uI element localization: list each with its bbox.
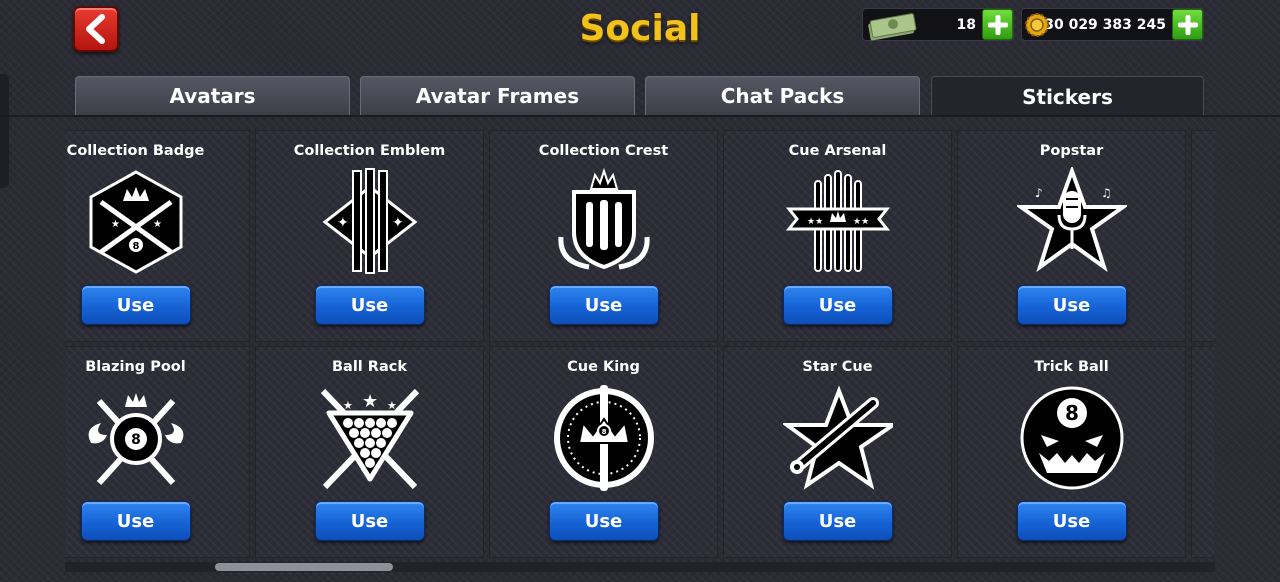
sticker-card: Cue King 8 Use: [489, 346, 718, 558]
svg-text:★: ★: [111, 219, 120, 230]
sticker-card: Collection Emblem ✦ ✦ Use: [255, 130, 484, 342]
coin-balance: 30 029 383 245: [1021, 8, 1204, 41]
page-title: Social: [579, 8, 701, 49]
svg-text:★★: ★★: [807, 217, 823, 227]
sticker-name: Ball Rack: [331, 359, 407, 375]
scrollbar-thumb[interactable]: [215, 563, 393, 571]
popstar-icon: ♪ ♫: [1016, 167, 1127, 273]
add-cash-button[interactable]: [982, 9, 1013, 40]
sticker-name: Collection Crest: [538, 143, 669, 159]
sticker-grid: Collection Badge 8 ★ ★ Use Collection Em…: [65, 130, 1215, 560]
svg-text:★: ★: [343, 399, 353, 412]
svg-text:★: ★: [387, 399, 397, 412]
use-button[interactable]: Use: [548, 501, 659, 541]
sticker-name: Blazing Pool: [85, 359, 186, 375]
collection-crest-icon: [557, 167, 650, 270]
sticker-name: Collection Badge: [66, 143, 205, 159]
tab-bar: Avatars Avatar Frames Chat Packs Sticker…: [75, 76, 1205, 117]
use-button[interactable]: Use: [782, 285, 893, 325]
sticker-card: Trick Ball 8 Use: [957, 346, 1186, 558]
chevron-left-icon: [86, 14, 105, 44]
add-coins-button[interactable]: [1172, 9, 1203, 40]
sticker-card-partial: [1191, 346, 1215, 558]
svg-text:♫: ♫: [1101, 186, 1112, 200]
sticker-card: Popstar ♪ ♫ Use: [957, 130, 1186, 342]
sticker-name: Popstar: [1039, 143, 1104, 159]
cue-arsenal-icon: ★★ ★★: [785, 170, 890, 272]
tab-divider: [0, 115, 1280, 117]
sticker-card: Ball Rack ★ ★ ★ Use: [255, 346, 484, 558]
side-panel-edge: [0, 74, 9, 188]
svg-text:♪: ♪: [1035, 186, 1043, 200]
sticker-card-partial: [1191, 130, 1215, 342]
tab-chat-packs[interactable]: Chat Packs: [645, 76, 920, 115]
sticker-name: Cue King: [567, 359, 640, 375]
cash-icon: [868, 13, 917, 41]
sticker-name: Cue Arsenal: [788, 143, 887, 159]
plus-icon: [1177, 14, 1198, 35]
svg-text:✦: ✦: [337, 215, 349, 231]
svg-text:✦: ✦: [392, 215, 404, 231]
sticker-card: Collection Crest Use: [489, 130, 718, 342]
coin-amount: 30 029 383 245: [1044, 16, 1166, 33]
svg-text:★★: ★★: [853, 217, 869, 227]
sticker-card: Collection Badge 8 ★ ★ Use: [65, 130, 250, 342]
svg-text:8: 8: [132, 241, 139, 252]
tab-avatars[interactable]: Avatars: [75, 76, 350, 115]
use-button[interactable]: Use: [1016, 285, 1127, 325]
use-button[interactable]: Use: [1016, 501, 1127, 541]
svg-text:★: ★: [362, 391, 378, 412]
svg-text:8: 8: [1065, 401, 1079, 425]
sticker-name: Trick Ball: [1034, 359, 1109, 375]
svg-text:8: 8: [131, 432, 141, 448]
sticker-name: Collection Emblem: [293, 143, 446, 159]
sticker-card: Star Cue Use: [723, 346, 952, 558]
svg-text:8: 8: [601, 428, 606, 436]
use-button[interactable]: Use: [314, 285, 425, 325]
use-button[interactable]: Use: [782, 501, 893, 541]
use-button[interactable]: Use: [314, 501, 425, 541]
cue-king-icon: 8: [553, 385, 654, 491]
use-button[interactable]: Use: [548, 285, 659, 325]
back-button[interactable]: [73, 6, 119, 52]
blazing-pool-icon: 8: [88, 393, 183, 486]
sticker-card: Cue Arsenal ★★ ★★ Use: [723, 130, 952, 342]
plus-icon: [987, 14, 1008, 35]
use-button[interactable]: Use: [80, 285, 191, 325]
collection-badge-icon: 8 ★ ★: [89, 170, 182, 274]
svg-text:★: ★: [153, 219, 162, 230]
tab-stickers[interactable]: Stickers: [931, 76, 1204, 117]
sticker-card: Blazing Pool 8 Use: [65, 346, 250, 558]
sticker-name: Star Cue: [802, 359, 873, 375]
star-cue-icon: [782, 385, 893, 490]
collection-emblem-icon: ✦ ✦: [322, 168, 417, 274]
use-button[interactable]: Use: [80, 501, 191, 541]
cash-amount: 18: [956, 16, 976, 33]
coin-icon: [1025, 13, 1049, 37]
trick-ball-icon: 8: [1020, 386, 1123, 490]
cash-balance: 18: [862, 8, 1014, 41]
tab-avatar-frames[interactable]: Avatar Frames: [360, 76, 635, 115]
ball-rack-icon: ★ ★ ★: [320, 388, 419, 490]
